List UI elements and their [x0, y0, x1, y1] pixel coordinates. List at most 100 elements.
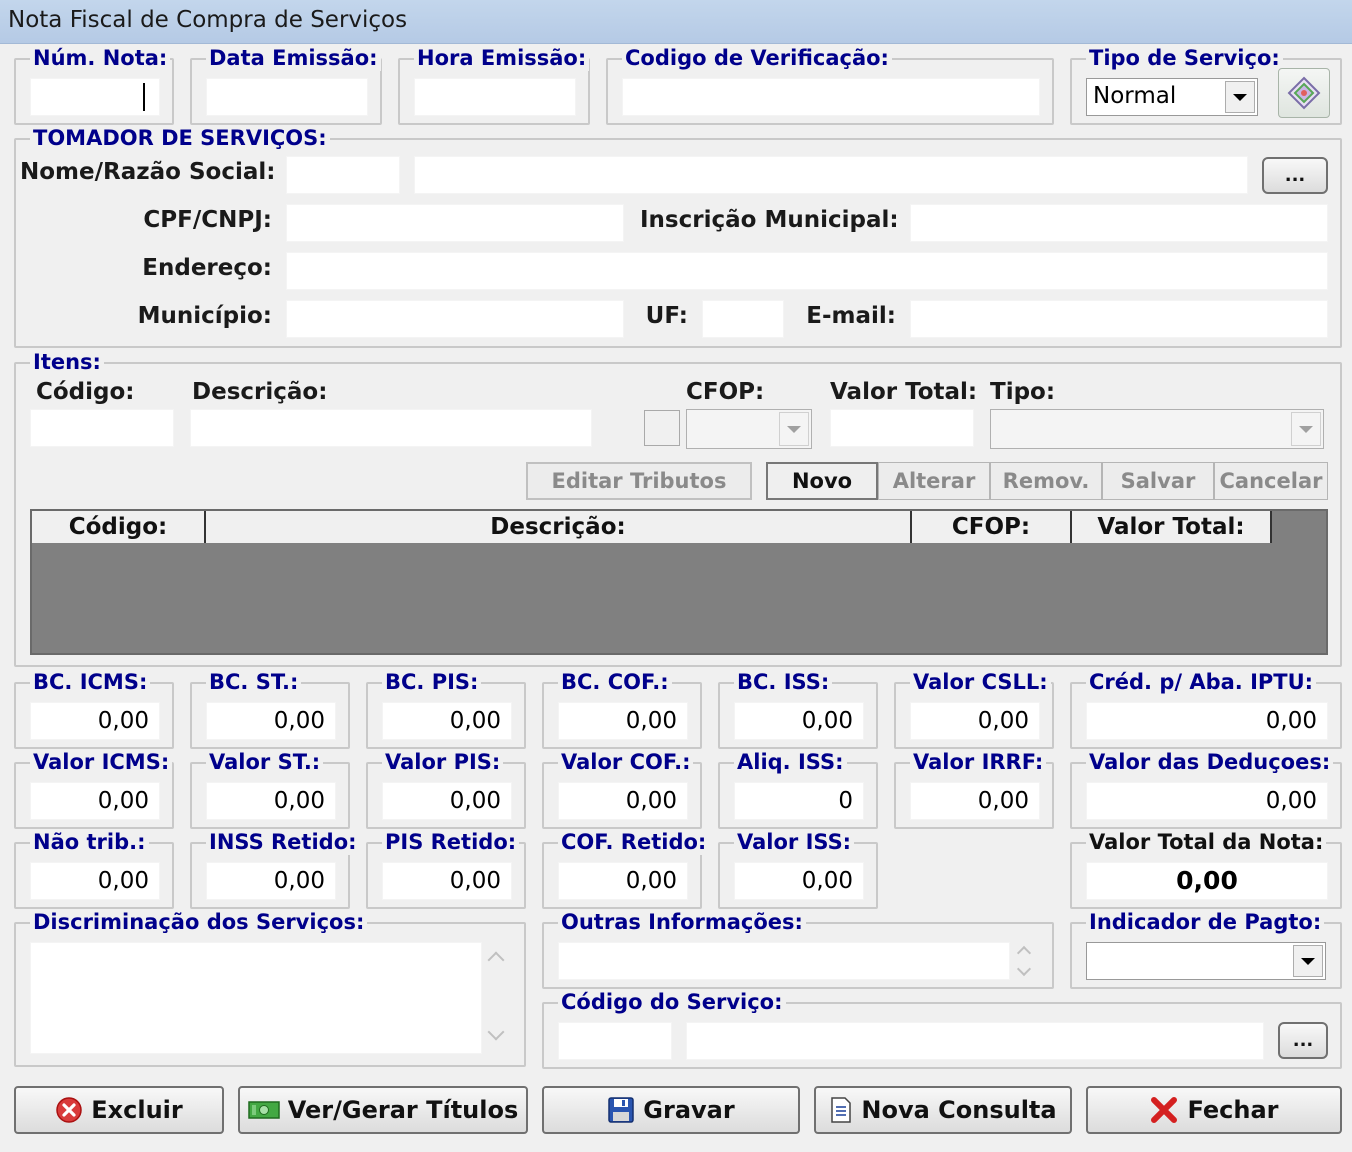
- fechar-label: Fechar: [1187, 1096, 1279, 1124]
- discriminacao-scrollbar[interactable]: [482, 942, 512, 1054]
- valor-icms-label: Valor ICMS:: [30, 749, 173, 775]
- nome-label: Nome/Razão Social:: [20, 159, 276, 185]
- excluir-button[interactable]: Excluir: [14, 1086, 224, 1134]
- cancelar-button[interactable]: Cancelar: [1214, 462, 1328, 500]
- nao-trib-group: Não trib.: 0,00: [14, 829, 174, 909]
- valor-cof-label: Valor COF.:: [558, 749, 694, 775]
- valor-total-nota-value: 0,00: [1086, 862, 1328, 900]
- itens-section-label: Itens:: [30, 349, 104, 375]
- cof-retido-group: COF. Retido: 0,00: [542, 829, 710, 909]
- chevron-down-icon[interactable]: [1293, 945, 1323, 977]
- nao-trib-input[interactable]: 0,00: [30, 862, 160, 900]
- bc-icms-label: BC. ICMS:: [30, 669, 151, 695]
- data-emissao-group: Data Emissão:: [190, 45, 382, 125]
- email-label: E-mail:: [806, 303, 896, 329]
- alterar-button[interactable]: Alterar: [878, 462, 990, 500]
- valor-cof-input[interactable]: 0,00: [558, 782, 688, 820]
- inscricao-label: Inscrição Municipal:: [640, 207, 899, 233]
- indicador-pagto-select[interactable]: [1086, 942, 1326, 980]
- chevron-down-icon[interactable]: [1291, 412, 1321, 446]
- valor-pis-label: Valor PIS:: [382, 749, 504, 775]
- valor-icms-input[interactable]: 0,00: [30, 782, 160, 820]
- cpf-input[interactable]: [286, 204, 624, 242]
- data-emissao-input[interactable]: [206, 78, 368, 116]
- bc-st-input[interactable]: 0,00: [206, 702, 336, 740]
- grid-header-descricao[interactable]: Descrição:: [206, 511, 912, 543]
- fechar-button[interactable]: Fechar: [1086, 1086, 1342, 1134]
- money-icon: [248, 1101, 280, 1119]
- valor-deducoes-input[interactable]: 0,00: [1086, 782, 1328, 820]
- chevron-down-icon[interactable]: [779, 412, 809, 446]
- ver-gerar-titulos-button[interactable]: Ver/Gerar Títulos: [238, 1086, 528, 1134]
- codigo-servico-code-input[interactable]: [558, 1022, 672, 1060]
- codigo-servico-lookup-button[interactable]: ...: [1278, 1022, 1328, 1059]
- cof-retido-input[interactable]: 0,00: [558, 862, 688, 900]
- email-input[interactable]: [910, 300, 1328, 338]
- scroll-up-icon[interactable]: [1016, 945, 1032, 961]
- inscricao-input[interactable]: [910, 204, 1328, 242]
- valor-irrf-input[interactable]: 0,00: [910, 782, 1040, 820]
- grid-header-cfop[interactable]: CFOP:: [912, 511, 1072, 543]
- valor-csll-label: Valor CSLL:: [910, 669, 1051, 695]
- codigo-verificacao-label: Codigo de Verificação:: [622, 45, 892, 71]
- diamond-button[interactable]: [1278, 68, 1330, 118]
- bc-icms-input[interactable]: 0,00: [30, 702, 160, 740]
- tipo-servico-group: Tipo de Serviço: Normal: [1070, 45, 1342, 125]
- hora-emissao-input[interactable]: [414, 78, 576, 116]
- cred-iptu-label: Créd. p/ Aba. IPTU:: [1086, 669, 1317, 695]
- aliq-iss-input[interactable]: 0: [734, 782, 864, 820]
- municipio-input[interactable]: [286, 300, 624, 338]
- window-title: Nota Fiscal de Compra de Serviços: [8, 7, 408, 33]
- tomador-lookup-button[interactable]: ...: [1262, 157, 1328, 194]
- item-cfop-lookup-button[interactable]: [644, 410, 680, 446]
- valor-st-input[interactable]: 0,00: [206, 782, 336, 820]
- ver-gerar-titulos-label: Ver/Gerar Títulos: [287, 1096, 519, 1124]
- grid-header-codigo[interactable]: Código:: [32, 511, 206, 543]
- pis-retido-input[interactable]: 0,00: [382, 862, 512, 900]
- chevron-down-icon[interactable]: [1225, 81, 1255, 113]
- valor-irrf-label: Valor IRRF:: [910, 749, 1047, 775]
- scroll-down-icon[interactable]: [1016, 961, 1032, 977]
- bc-cof-input[interactable]: 0,00: [558, 702, 688, 740]
- discriminacao-label: Discriminação dos Serviços:: [30, 909, 368, 935]
- codigo-servico-desc-input[interactable]: [686, 1022, 1264, 1060]
- uf-input[interactable]: [702, 300, 784, 338]
- codigo-verificacao-input[interactable]: [622, 78, 1040, 116]
- novo-button[interactable]: Novo: [766, 462, 878, 500]
- salvar-button[interactable]: Salvar: [1102, 462, 1214, 500]
- gravar-button[interactable]: Gravar: [542, 1086, 800, 1134]
- endereco-input[interactable]: [286, 252, 1328, 290]
- item-valor-total-input[interactable]: [830, 409, 974, 447]
- bc-pis-label: BC. PIS:: [382, 669, 482, 695]
- tipo-servico-select[interactable]: Normal: [1086, 78, 1258, 116]
- pis-retido-label: PIS Retido:: [382, 829, 520, 855]
- aliq-iss-label: Aliq. ISS:: [734, 749, 847, 775]
- valor-pis-input[interactable]: 0,00: [382, 782, 512, 820]
- item-cfop-select[interactable]: [686, 409, 812, 449]
- grid-header-valor-total[interactable]: Valor Total:: [1072, 511, 1272, 543]
- outras-info-textarea[interactable]: [558, 942, 1010, 980]
- item-descricao-input[interactable]: [190, 409, 592, 447]
- valor-csll-input[interactable]: 0,00: [910, 702, 1040, 740]
- valor-iss-group: Valor ISS: 0,00: [718, 829, 878, 909]
- item-codigo-input[interactable]: [30, 409, 174, 447]
- bc-iss-input[interactable]: 0,00: [734, 702, 864, 740]
- num-nota-input[interactable]: [30, 78, 160, 116]
- nome-codigo-input[interactable]: [286, 156, 400, 194]
- valor-iss-input[interactable]: 0,00: [734, 862, 864, 900]
- bc-pis-input[interactable]: 0,00: [382, 702, 512, 740]
- item-tipo-select[interactable]: [990, 409, 1324, 449]
- editar-tributos-button[interactable]: Editar Tributos: [526, 462, 752, 500]
- scroll-down-icon[interactable]: [487, 1023, 505, 1041]
- scroll-up-icon[interactable]: [487, 951, 505, 969]
- nome-razao-input[interactable]: [414, 156, 1248, 194]
- nova-consulta-button[interactable]: Nova Consulta: [814, 1086, 1072, 1134]
- inss-retido-input[interactable]: 0,00: [206, 862, 336, 900]
- item-cfop-label: CFOP:: [686, 379, 765, 405]
- remov-button[interactable]: Remov.: [990, 462, 1102, 500]
- discriminacao-textarea[interactable]: [30, 942, 482, 1054]
- indicador-pagto-group: Indicador de Pagto:: [1070, 909, 1342, 989]
- outras-info-scrollbar[interactable]: [1010, 942, 1040, 980]
- valor-total-nota-group: Valor Total da Nota: 0,00: [1070, 829, 1342, 909]
- cred-iptu-input[interactable]: 0,00: [1086, 702, 1328, 740]
